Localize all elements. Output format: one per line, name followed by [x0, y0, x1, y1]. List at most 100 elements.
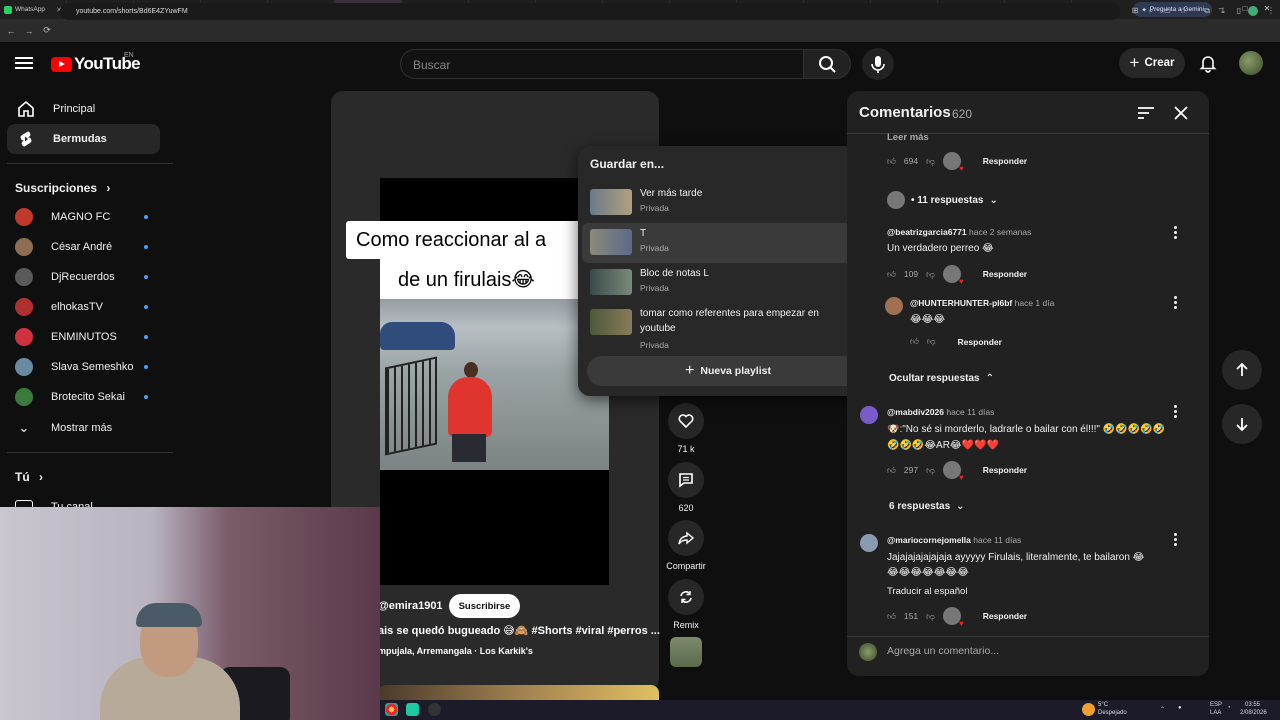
sort-icon[interactable] [1137, 105, 1155, 121]
account-avatar[interactable] [1239, 51, 1263, 75]
network-icon[interactable]: ◔ [1227, 705, 1231, 711]
comment-author[interactable]: @mabdiv2026 hace 11 días [887, 407, 994, 417]
playlist-item[interactable]: Bloc de notas L Privada [582, 263, 872, 303]
new-playlist-button[interactable]: + Nueva playlist [587, 356, 869, 386]
translate-icon[interactable]: ⊞ [1128, 4, 1142, 18]
comment-text: 😂😂😂😂😂😂😂 [887, 567, 969, 578]
obs-icon[interactable] [428, 703, 441, 716]
read-more-link[interactable]: Leer más [887, 132, 929, 143]
back-icon[interactable]: ← [2, 26, 20, 36]
reply-button[interactable]: Responder [983, 611, 1027, 621]
search-input[interactable]: Buscar [400, 49, 804, 79]
extensions-icon[interactable]: ⧉ [1200, 4, 1214, 18]
playlist-name: T [640, 228, 647, 239]
browser-tab[interactable]: WhatsApp✕ [0, 0, 67, 19]
like-button[interactable] [668, 403, 704, 439]
comments-action[interactable]: 620 [667, 462, 705, 513]
forward-icon[interactable]: → [20, 26, 38, 36]
voice-search-button[interactable] [862, 48, 894, 80]
thumbs-down-icon[interactable]: 👎︎ [926, 465, 935, 476]
previous-short-button[interactable] [1222, 350, 1262, 390]
thumbs-up-icon[interactable]: 👍︎ [887, 156, 896, 167]
subscription-item[interactable]: César André [15, 236, 155, 258]
comment-author-avatar[interactable] [860, 534, 878, 552]
clock-time[interactable]: 03:55 [1245, 702, 1260, 708]
browser-menu-icon[interactable]: ⋮ [1264, 4, 1278, 18]
reply-button[interactable]: Responder [983, 269, 1027, 279]
thumbs-up-icon[interactable]: 👍︎ [887, 465, 896, 476]
you-heading[interactable]: Tú › [15, 470, 43, 484]
downloads-icon[interactable]: ⤓ [1216, 4, 1230, 18]
comment-menu-icon[interactable] [1174, 533, 1178, 547]
playlist-item[interactable]: tomar como referentes para empezar en yo… [582, 303, 872, 350]
thumbs-up-icon[interactable]: 👍︎ [910, 336, 919, 347]
chrome-icon[interactable] [385, 703, 398, 716]
show-more-button[interactable]: ⌄ Mostrar más [15, 417, 155, 439]
bookmark-star-icon[interactable]: ☆ [1176, 4, 1190, 18]
short-title[interactable]: ais se quedó bugueado 😅🙈 #Shorts #viral … [378, 624, 660, 637]
reply-author-avatar[interactable] [885, 297, 903, 315]
clock-date: 2/08/2026 [1240, 710, 1267, 716]
comment-menu-icon[interactable] [1174, 296, 1178, 310]
thumbs-down-icon[interactable]: 👎︎ [927, 336, 936, 347]
remix-action[interactable]: Remix [667, 579, 705, 630]
comments-button[interactable] [668, 462, 704, 498]
share-button[interactable] [668, 520, 704, 556]
cast-icon[interactable]: ▭ [1160, 4, 1174, 18]
profile-icon[interactable] [1248, 6, 1258, 16]
remix-button[interactable] [668, 579, 704, 615]
reload-icon[interactable]: ⟳ [38, 25, 56, 36]
replies-toggle[interactable]: • 11 respuestas ⌄ [887, 191, 998, 209]
sidebar-item-bermudas[interactable]: Bermudas [7, 124, 160, 154]
thumbs-up-icon[interactable]: 👍︎ [887, 269, 896, 280]
reply-button[interactable]: Responder [983, 465, 1027, 475]
subscription-item[interactable]: Slava Semeshko [15, 356, 155, 378]
thumbs-down-icon[interactable]: 👎︎ [926, 611, 935, 622]
subscription-item[interactable]: ENMINUTOS [15, 326, 155, 348]
like-action[interactable]: 71 k [667, 403, 705, 454]
reply-button[interactable]: Responder [958, 337, 1002, 347]
hide-replies-toggle[interactable]: Ocultar respuestas ⌃ [889, 373, 994, 384]
thumbs-down-icon[interactable]: 👎︎ [926, 156, 935, 167]
sidepanel-icon[interactable]: ▯ [1232, 4, 1246, 18]
reply-author[interactable]: @HUNTERHUNTER-pl6bf hace 1 día [910, 298, 1054, 308]
subscription-item[interactable]: MAGNO FC [15, 206, 155, 228]
url-field[interactable]: youtube.com/shorts/Bd6E4ZYuwFM [60, 3, 1120, 20]
thumbs-down-icon[interactable]: 👎︎ [926, 269, 935, 280]
zoom-icon[interactable]: ⌕ [1144, 4, 1158, 18]
notifications-button[interactable] [1198, 53, 1218, 73]
translate-link[interactable]: Traducir al español [887, 586, 967, 597]
music-line[interactable]: mpujala, Arremangala · Los Karkik's [378, 646, 533, 656]
subscription-item[interactable]: DjRecuerdos [15, 266, 155, 288]
comment-menu-icon[interactable] [1174, 405, 1178, 419]
thumbs-up-icon[interactable]: 👍︎ [887, 611, 896, 622]
comment-author-avatar[interactable] [860, 406, 878, 424]
guide-menu-icon[interactable] [15, 54, 33, 72]
playlist-item[interactable]: T Privada [582, 223, 872, 263]
share-action[interactable]: Compartir [664, 520, 708, 571]
comment-menu-icon[interactable] [1174, 226, 1178, 240]
create-button[interactable]: + Crear [1119, 48, 1185, 78]
language-code[interactable]: ESP [1210, 702, 1222, 708]
comment-author[interactable]: @beatrizgarcia6771 hace 2 semanas [887, 227, 1031, 237]
channel-name[interactable]: @emira1901 [378, 600, 443, 612]
microphone-tray-icon[interactable]: ● [1178, 705, 1182, 711]
subscription-item[interactable]: Brotecito Sekai [15, 386, 155, 408]
sidebar-item-principal[interactable]: Principal [7, 94, 160, 124]
app-icon[interactable] [406, 703, 419, 716]
add-comment-input[interactable]: Agrega un comentario... [887, 645, 999, 657]
subscriptions-heading[interactable]: Suscripciones › [15, 181, 110, 195]
playlist-thumbnail [590, 309, 632, 335]
replies-toggle[interactable]: 6 respuestas ⌄ [889, 501, 965, 512]
tray-up-icon[interactable]: ⌃ [1160, 706, 1165, 713]
subscription-item[interactable]: elhokasTV [15, 296, 155, 318]
reply-button[interactable]: Responder [983, 156, 1027, 166]
audio-source-thumbnail[interactable] [670, 637, 702, 667]
search-button[interactable] [803, 49, 851, 79]
close-icon[interactable] [1172, 104, 1190, 122]
next-short-button[interactable] [1222, 404, 1262, 444]
youtube-logo[interactable]: YouTube EN [51, 52, 141, 74]
playlist-item[interactable]: Ver más tarde Privada [582, 183, 872, 223]
comment-author[interactable]: @mariocornejomella hace 11 días [887, 535, 1021, 545]
subscribe-button[interactable]: Suscribirse [448, 594, 521, 618]
